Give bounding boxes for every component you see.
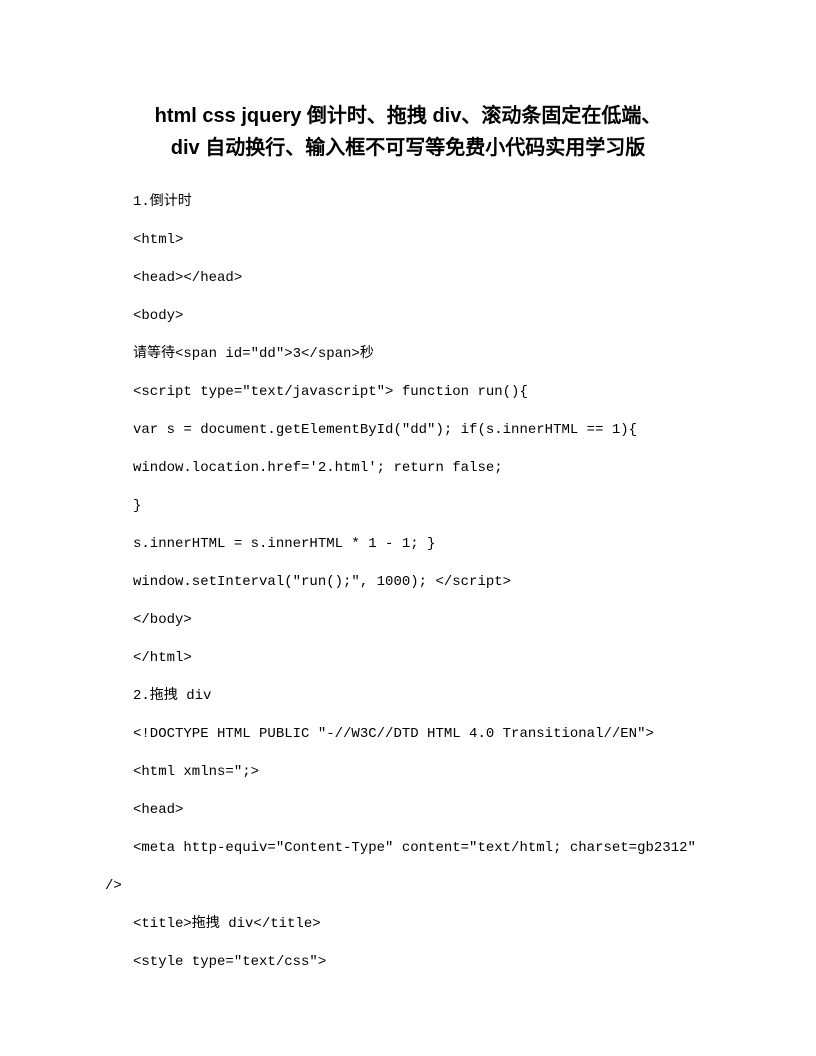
code-line: 请等待<span id="dd">3</span>秒 <box>105 344 711 365</box>
document-title: html css jquery 倒计时、拖拽 div、滚动条固定在低端、 div… <box>105 100 711 164</box>
title-line-1: html css jquery 倒计时、拖拽 div、滚动条固定在低端、 <box>155 105 662 127</box>
code-line: <!DOCTYPE HTML PUBLIC "-//W3C//DTD HTML … <box>105 724 711 745</box>
code-line: <title>拖拽 div</title> <box>105 914 711 935</box>
code-line: } <box>105 496 711 517</box>
code-line: 1.倒计时 <box>105 192 711 213</box>
document-page: html css jquery 倒计时、拖拽 div、滚动条固定在低端、 div… <box>0 0 816 1050</box>
code-line: <style type="text/css"> <box>105 952 711 973</box>
code-line: <meta http-equiv="Content-Type" content=… <box>105 838 711 859</box>
code-line: </html> <box>105 648 711 669</box>
code-line: <html xmlns=";> <box>105 762 711 783</box>
code-line: 2.拖拽 div <box>105 686 711 707</box>
code-line: <script type="text/javascript"> function… <box>105 382 711 403</box>
code-line: /> <box>105 876 711 897</box>
code-line: <head></head> <box>105 268 711 289</box>
code-line: </body> <box>105 610 711 631</box>
code-line: window.location.href='2.html'; return fa… <box>105 458 711 479</box>
code-line: <body> <box>105 306 711 327</box>
code-line: <html> <box>105 230 711 251</box>
code-line: window.setInterval("run();", 1000); </sc… <box>105 572 711 593</box>
code-line: var s = document.getElementById("dd"); i… <box>105 420 711 441</box>
code-line: <head> <box>105 800 711 821</box>
title-line-2: div 自动换行、输入框不可写等免费小代码实用学习版 <box>171 137 645 159</box>
code-line: s.innerHTML = s.innerHTML * 1 - 1; } <box>105 534 711 555</box>
